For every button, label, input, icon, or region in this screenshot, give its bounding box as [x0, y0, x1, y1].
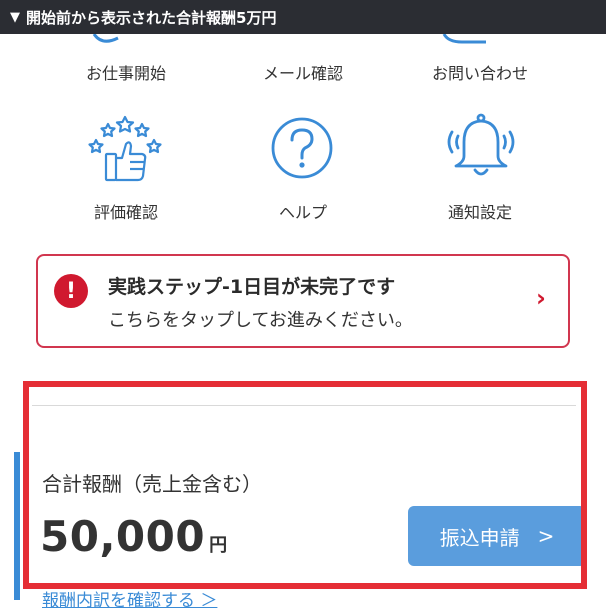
- reward-breakdown-link[interactable]: 報酬内訳を確認する ＞: [42, 586, 217, 611]
- alert-title: 実践ステップ-1日目が未完了です: [108, 276, 396, 298]
- menu-label: お問い合わせ: [431, 64, 528, 83]
- help-question-icon: [271, 117, 333, 179]
- alert-exclamation-icon: !: [54, 274, 88, 308]
- menu-item-contact[interactable]: お問い合わせ: [380, 60, 580, 84]
- menu-item-notification-settings[interactable]: 通知設定: [380, 199, 580, 223]
- reward-card-accent: [14, 452, 20, 600]
- highlight-annotation-box: [23, 381, 587, 589]
- rating-thumbs-stars-icon: [88, 115, 162, 182]
- chat-icon: [442, 34, 486, 44]
- menu-label: 通知設定: [447, 203, 512, 222]
- banner-text: 開始前から表示された合計報酬5万円: [26, 8, 277, 27]
- menu-label: お仕事開始: [85, 64, 166, 83]
- bell-icon: [447, 113, 515, 176]
- chevron-right-icon: ›: [536, 284, 546, 312]
- menu-label: ヘルプ: [278, 203, 327, 222]
- menu-item-rating[interactable]: 評価確認: [26, 199, 226, 223]
- menu-label: 評価確認: [93, 203, 158, 222]
- menu-item-work-start[interactable]: お仕事開始: [26, 60, 226, 84]
- step-incomplete-alert[interactable]: ! 実践ステップ-1日目が未完了です こちらをタップしてお進みください。 ›: [36, 254, 570, 348]
- alert-subtitle: こちらをタップしてお進みください。: [108, 310, 413, 331]
- collapse-triangle-icon: ▼: [10, 9, 20, 25]
- top-banner[interactable]: ▼ 開始前から表示された合計報酬5万円: [0, 0, 606, 34]
- menu-label: メール確認: [262, 64, 343, 83]
- menu-item-mail-check[interactable]: メール確認: [203, 60, 403, 84]
- menu-item-help[interactable]: ヘルプ: [203, 199, 403, 223]
- work-icon: [92, 34, 119, 43]
